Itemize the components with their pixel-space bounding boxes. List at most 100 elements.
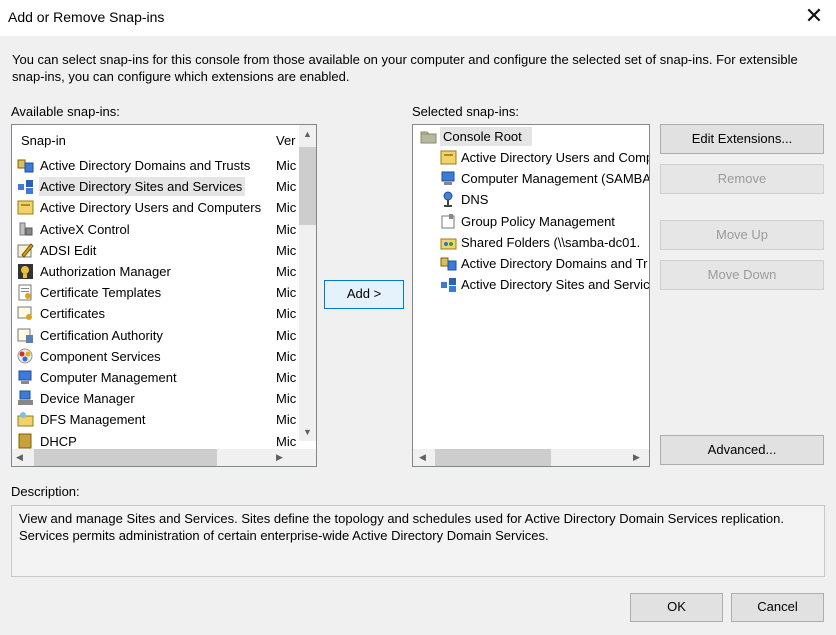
ok-button[interactable]: OK [630, 593, 723, 622]
snapin-vendor: Mic [276, 327, 297, 343]
tree-node-label: Console Root [443, 129, 522, 144]
snapin-vendor: Mic [276, 200, 297, 216]
move-down-button[interactable]: Move Down [660, 260, 824, 290]
snapin-name: Certificates [40, 306, 106, 322]
snapin-name: ActiveX Control [40, 221, 130, 237]
snapin-vendor: Mic [276, 412, 297, 428]
group-policy-icon [440, 213, 457, 230]
ad-domains-icon [17, 157, 34, 174]
tree-node[interactable]: Active Directory Domains and Tr [440, 253, 649, 274]
tree-node[interactable]: Shared Folders (\\samba-dc01. [440, 232, 649, 253]
list-item[interactable]: Certification Authority Mic [12, 325, 296, 346]
scroll-right-icon[interactable]: ▶ [633, 452, 640, 463]
list-item[interactable]: Certificate Templates Mic [12, 282, 296, 303]
list-item[interactable]: Active Directory Domains and Trusts Mic [12, 155, 296, 176]
window-title: Add or Remove Snap-ins [8, 9, 165, 25]
column-header-vendor[interactable]: Ver [276, 133, 296, 148]
title-bar: Add or Remove Snap-ins ✕ [0, 0, 836, 36]
tree-node[interactable]: Group Policy Management [440, 211, 649, 232]
list-item[interactable]: Device Manager Mic [12, 388, 296, 409]
list-item[interactable]: Computer Management Mic [12, 367, 296, 388]
tree-node-label: Group Policy Management [461, 213, 615, 229]
snapin-vendor: Mic [276, 221, 297, 237]
available-horizontal-scrollbar[interactable]: ◀ ▶ [12, 449, 316, 466]
device-manager-icon [17, 390, 34, 407]
folder-icon [420, 128, 437, 145]
snapin-name: Active Directory Domains and Trusts [40, 158, 251, 173]
selected-snapins-tree[interactable]: Console Root Active Directory Users and … [412, 124, 650, 467]
selected-horizontal-scrollbar[interactable]: ◀ ▶ [413, 449, 649, 466]
ad-sites-icon [440, 276, 457, 293]
component-services-icon [17, 348, 34, 365]
tree-node-label: Shared Folders (\\samba-dc01. [461, 234, 641, 250]
snapin-name: Active Directory Users and Computers [40, 200, 262, 216]
dhcp-icon [17, 433, 34, 450]
list-item[interactable]: Component Services Mic [12, 346, 296, 367]
ad-sites-icon [17, 178, 34, 195]
description-text: View and manage Sites and Services. Site… [11, 505, 825, 577]
scroll-down-icon[interactable]: ▼ [303, 427, 312, 437]
tree-node[interactable]: DNS [440, 189, 649, 210]
available-vertical-scrollbar[interactable]: ▲ ▼ [299, 125, 316, 441]
list-item[interactable]: Certificates Mic [12, 303, 296, 324]
list-item[interactable]: ADSI Edit Mic [12, 240, 296, 261]
snapin-vendor: Mic [276, 370, 297, 385]
horizontal-scroll-thumb[interactable] [34, 449, 217, 466]
selected-snapins-label: Selected snap-ins: [412, 104, 519, 119]
list-item[interactable]: DFS Management Mic [12, 409, 296, 430]
cert-authority-icon [17, 327, 34, 344]
edit-extensions-button[interactable]: Edit Extensions... [660, 124, 824, 154]
snapin-name: DFS Management [40, 412, 146, 428]
list-item[interactable]: Authorization Manager Mic [12, 261, 296, 282]
certificates-icon [17, 305, 34, 322]
list-item[interactable]: Active Directory Users and Computers Mic [12, 197, 296, 218]
snapin-vendor: Mic [276, 264, 297, 279]
dfs-icon [17, 411, 34, 428]
snapin-vendor: Mic [276, 158, 297, 173]
move-up-button[interactable]: Move Up [660, 220, 824, 250]
tree-node-label: Active Directory Sites and Servic [461, 277, 650, 293]
tree-node[interactable]: Active Directory Sites and Servic [440, 274, 650, 295]
snapin-name: Certification Authority [40, 327, 163, 343]
computer-management-icon [17, 369, 34, 386]
description-label: Description: [11, 484, 80, 499]
dns-icon [440, 191, 457, 208]
snapin-vendor: Mic [276, 348, 297, 364]
vertical-scroll-thumb[interactable] [299, 147, 316, 225]
tree-node[interactable]: Computer Management (SAMBA [440, 168, 649, 189]
snapin-name: Component Services [40, 348, 161, 364]
column-header-snapin[interactable]: Snap-in [21, 133, 66, 148]
cancel-button[interactable]: Cancel [731, 593, 824, 622]
authorization-icon [17, 263, 34, 280]
horizontal-scroll-thumb[interactable] [435, 449, 551, 466]
snapin-name: Active Directory Sites and Services [40, 179, 243, 195]
snapin-vendor: Mic [276, 179, 297, 195]
cert-templates-icon [17, 284, 34, 301]
scroll-up-icon[interactable]: ▲ [303, 129, 312, 139]
list-item[interactable]: Active Directory Sites and Services Mic [12, 176, 296, 197]
snapin-vendor: Mic [276, 306, 297, 322]
snapin-vendor: Mic [276, 391, 297, 407]
scroll-left-icon[interactable]: ◀ [16, 452, 23, 463]
tree-node[interactable]: Active Directory Users and Comp [440, 147, 650, 168]
scroll-right-icon[interactable]: ▶ [276, 452, 283, 463]
ad-domains-icon [440, 255, 457, 272]
adsi-edit-icon [17, 242, 34, 259]
advanced-button[interactable]: Advanced... [660, 435, 824, 465]
available-snapins-list[interactable]: Snap-in Ver Active Directory Domains and… [11, 124, 317, 467]
remove-button[interactable]: Remove [660, 164, 824, 194]
list-item[interactable]: ActiveX Control Mic [12, 219, 296, 240]
snapin-name: Certificate Templates [40, 285, 162, 301]
snapin-name: Authorization Manager [40, 264, 171, 279]
close-icon[interactable]: ✕ [804, 5, 824, 27]
tree-node-label: Active Directory Users and Comp [461, 150, 650, 165]
snapin-name: Computer Management [40, 370, 177, 385]
ad-users-icon [440, 149, 457, 166]
scroll-left-icon[interactable]: ◀ [419, 452, 426, 463]
add-button[interactable]: Add > [324, 280, 404, 309]
ad-users-icon [17, 199, 34, 216]
snapin-vendor: Mic [276, 242, 297, 258]
snapin-name: ADSI Edit [40, 242, 97, 258]
shared-folders-icon [440, 234, 457, 251]
snapin-vendor: Mic [276, 285, 297, 301]
